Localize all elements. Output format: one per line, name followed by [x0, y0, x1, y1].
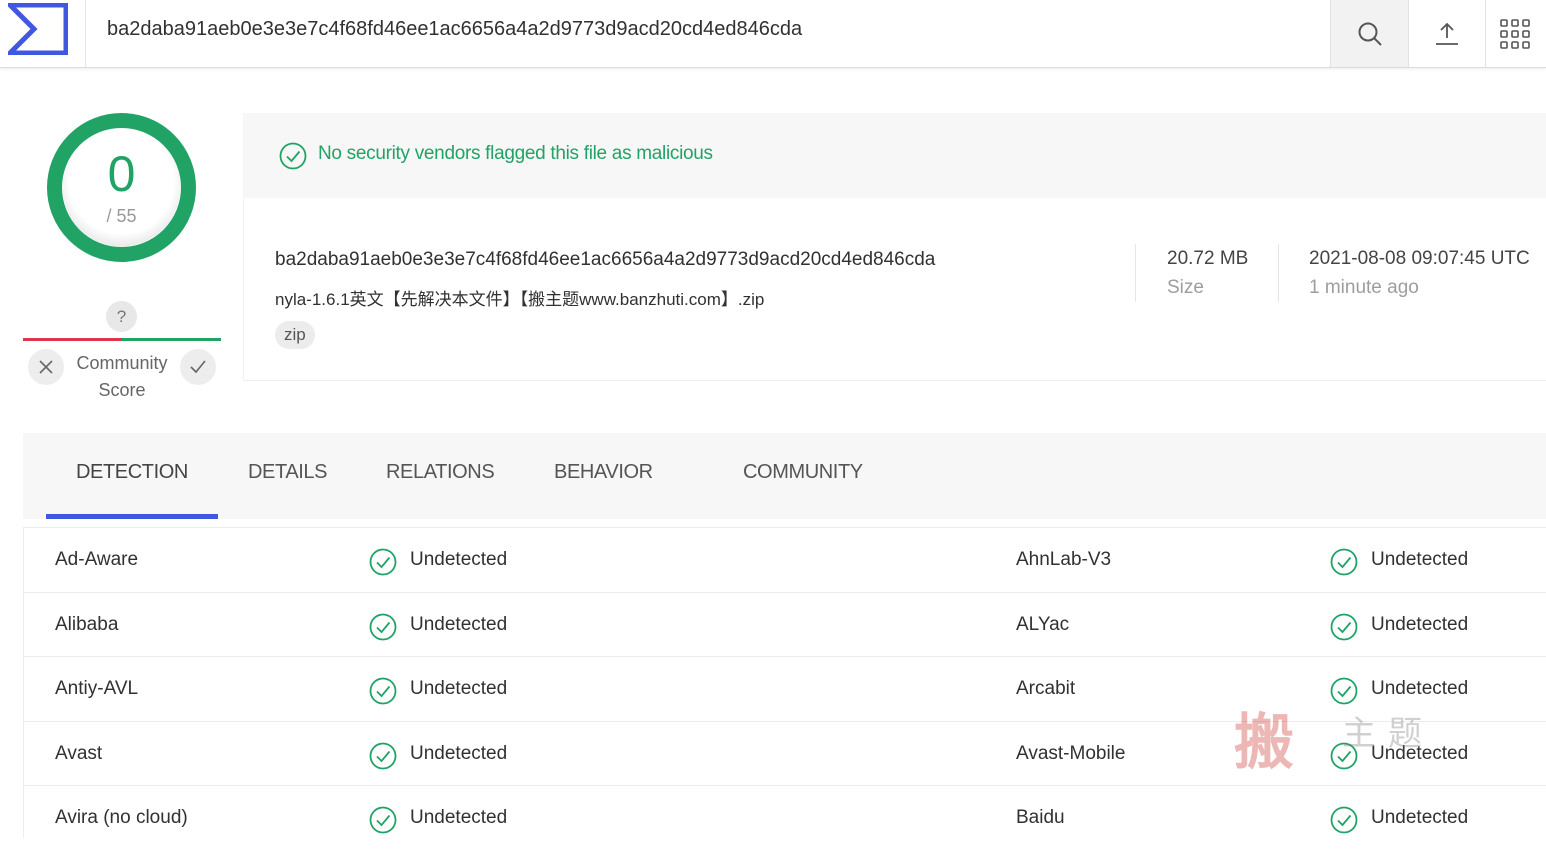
- vendor-result: Undetected: [1371, 743, 1469, 764]
- vote-harmless-button[interactable]: [180, 349, 216, 385]
- analysis-date-value: 2021-08-08 09:07:45 UTC: [1309, 248, 1530, 269]
- community-score-unknown-badge: ?: [106, 301, 137, 332]
- vendor-name: Antiy-AVL: [55, 678, 139, 699]
- check-circle-icon: [1330, 613, 1358, 641]
- table-row: Ad-Aware Undetected AhnLab-V3 Undetected: [24, 527, 1546, 592]
- vote-harmful-button[interactable]: [28, 349, 64, 385]
- community-score-label-line1: Community: [76, 353, 168, 373]
- vendor-result: Undetected: [410, 743, 508, 764]
- vendor-name: Ad-Aware: [55, 549, 139, 570]
- vendor-result: Undetected: [1371, 678, 1469, 699]
- vendor-name: Arcabit: [1016, 678, 1076, 699]
- tab-details[interactable]: DETAILS: [248, 461, 327, 484]
- community-score-bar-negative: [23, 338, 122, 341]
- community-score-label: Community Score: [64, 350, 180, 404]
- check-circle-icon: [369, 548, 397, 576]
- vendor-name: Avast-Mobile: [1016, 743, 1126, 764]
- apps-button[interactable]: [1484, 0, 1546, 67]
- vendor-result: Undetected: [1371, 807, 1469, 828]
- table-row: Avira (no cloud) Undetected Baidu Undete…: [24, 785, 1546, 850]
- check-circle-icon: [1330, 548, 1358, 576]
- vendor-name: AhnLab-V3: [1016, 549, 1112, 570]
- table-row: Antiy-AVL Undetected Arcabit Undetected: [24, 656, 1546, 721]
- table-row: Avast Undetected Avast-Mobile Undetected: [24, 721, 1546, 786]
- vendor-result: Undetected: [410, 807, 508, 828]
- check-circle-icon: [369, 806, 397, 834]
- community-score-bar-positive: [122, 338, 221, 341]
- meta-divider: [1278, 244, 1279, 302]
- tab-behavior[interactable]: BEHAVIOR: [554, 461, 653, 484]
- upload-button[interactable]: [1408, 0, 1486, 67]
- search-icon: [1358, 22, 1382, 46]
- tab-community[interactable]: COMMUNITY: [743, 461, 863, 484]
- vendor-result: Undetected: [1371, 614, 1469, 635]
- search-button[interactable]: [1330, 0, 1409, 67]
- logo-divider: [85, 0, 86, 67]
- vendor-result: Undetected: [1371, 549, 1469, 570]
- analysis-date-relative: 1 minute ago: [1309, 277, 1419, 298]
- apps-grid-icon: [1500, 18, 1530, 49]
- file-size-label: Size: [1167, 277, 1204, 298]
- check-circle-icon: [1330, 677, 1358, 705]
- file-size-value: 20.72 MB: [1167, 248, 1249, 269]
- detection-count: 0: [107, 146, 136, 202]
- vendor-result: Undetected: [410, 678, 508, 699]
- check-icon: [190, 360, 206, 374]
- virustotal-logo-icon[interactable]: [8, 3, 68, 55]
- check-circle-icon: [369, 742, 397, 770]
- vendor-result: Undetected: [410, 614, 508, 635]
- file-name: nyla-1.6.1英文【先解决本文件】【搬主题www.banzhuti.com…: [275, 290, 765, 309]
- check-circle-icon: [369, 613, 397, 641]
- vendor-result: Undetected: [410, 549, 508, 570]
- search-input[interactable]: [107, 14, 1307, 44]
- vendor-name: Alibaba: [55, 614, 119, 635]
- tab-relations[interactable]: RELATIONS: [386, 461, 495, 484]
- detection-table: Ad-Aware Undetected AhnLab-V3 Undetected…: [23, 527, 1546, 838]
- table-row: Alibaba Undetected ALYac Undetected: [24, 592, 1546, 657]
- detection-total: / 55: [106, 206, 137, 226]
- active-tab-indicator: [46, 514, 218, 519]
- vendor-name: Baidu: [1016, 807, 1065, 828]
- close-icon: [39, 360, 53, 374]
- meta-divider: [1135, 244, 1136, 302]
- check-circle-icon: [279, 142, 307, 170]
- file-hash: ba2daba91aeb0e3e3e7c4f68fd46ee1ac6656a4a…: [275, 249, 936, 270]
- top-bar: [0, 0, 1546, 68]
- file-type-tag[interactable]: zip: [275, 321, 315, 349]
- check-circle-icon: [369, 677, 397, 705]
- community-score-label-line2: Score: [98, 380, 146, 400]
- upload-icon: [1435, 22, 1458, 45]
- tab-detection[interactable]: DETECTION: [76, 461, 188, 484]
- check-circle-icon: [1330, 806, 1358, 834]
- verdict-message: No security vendors flagged this file as…: [318, 143, 713, 164]
- vendor-name: ALYac: [1016, 614, 1070, 635]
- check-circle-icon: [1330, 742, 1358, 770]
- vendor-name: Avast: [55, 743, 103, 764]
- vendor-name: Avira (no cloud): [55, 807, 188, 828]
